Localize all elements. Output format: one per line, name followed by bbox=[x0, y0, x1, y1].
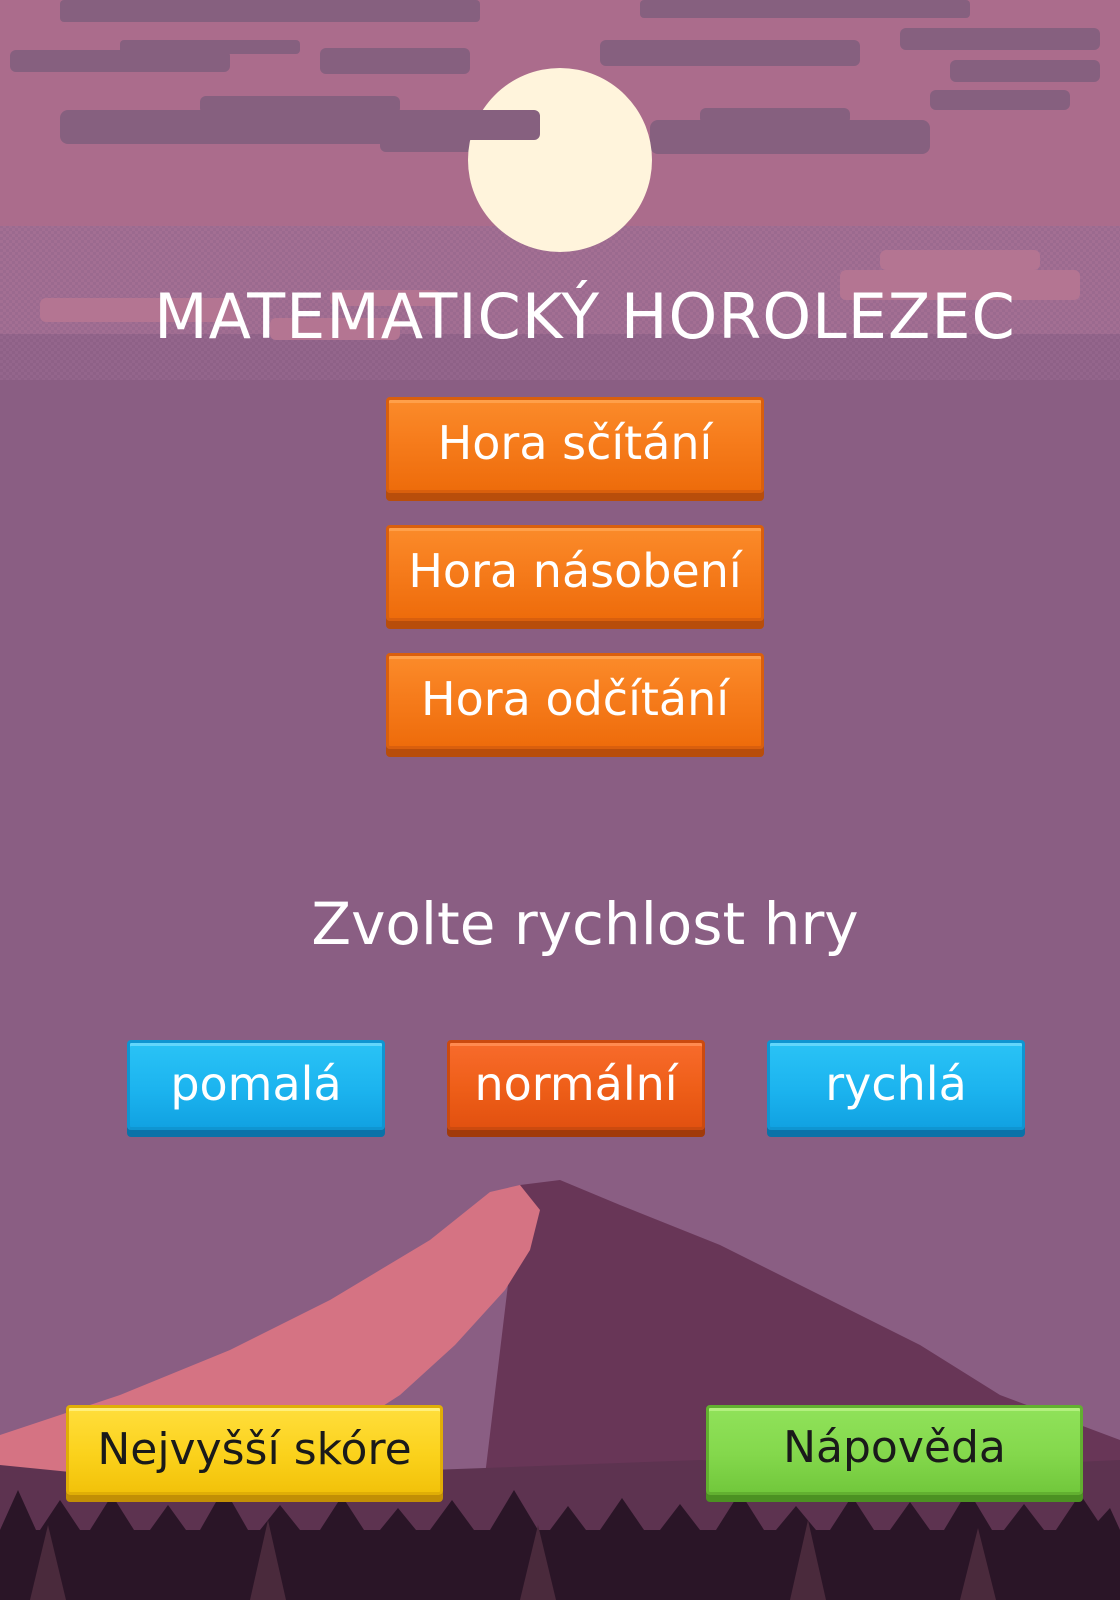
mode-button-addition[interactable]: Hora sčítání bbox=[386, 397, 764, 493]
moon-cloud bbox=[430, 110, 540, 140]
game-title: MATEMATICKÝ HOROLEZEC bbox=[154, 280, 1016, 353]
moon bbox=[468, 68, 652, 252]
game-screen: MATEMATICKÝ HOROLEZEC Hora sčítání Hora … bbox=[0, 0, 1120, 1600]
speed-button-fast[interactable]: rychlá bbox=[767, 1040, 1025, 1130]
mode-button-multiplication[interactable]: Hora násobení bbox=[386, 525, 764, 621]
speed-prompt: Zvolte rychlost hry bbox=[311, 890, 859, 958]
speed-button-normal[interactable]: normální bbox=[447, 1040, 705, 1130]
help-button[interactable]: Nápověda bbox=[706, 1405, 1083, 1495]
speed-button-slow[interactable]: pomalá bbox=[127, 1040, 385, 1130]
background-scene bbox=[0, 0, 1120, 1600]
mode-button-subtraction[interactable]: Hora odčítání bbox=[386, 653, 764, 749]
highscore-button[interactable]: Nejvyšší skóre bbox=[66, 1405, 443, 1495]
